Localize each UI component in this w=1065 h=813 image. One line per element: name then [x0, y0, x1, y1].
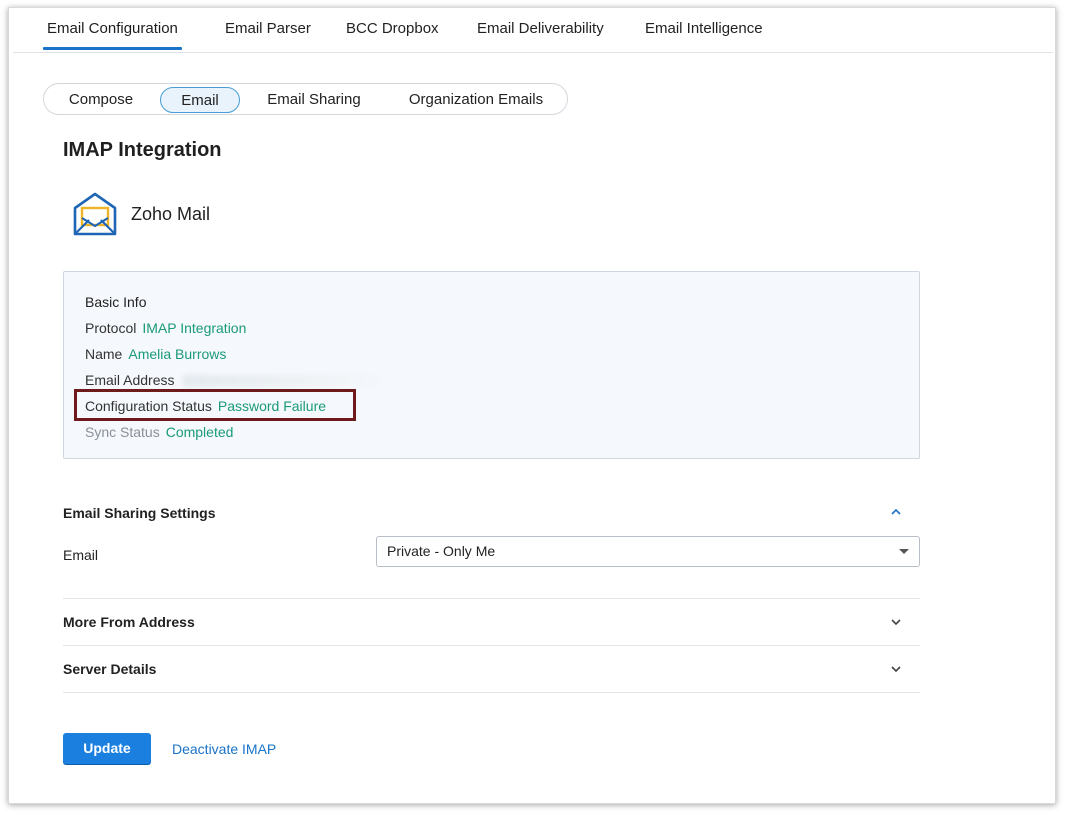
tab-email-configuration[interactable]: Email Configuration	[43, 20, 182, 50]
name-row: Name Amelia Burrows	[85, 346, 226, 362]
email-sharing-settings-title[interactable]: Email Sharing Settings	[63, 505, 215, 521]
update-button[interactable]: Update	[63, 733, 151, 764]
redacted-email-value	[182, 375, 383, 388]
subtab-email-sharing[interactable]: Email Sharing	[256, 87, 372, 113]
protocol-value: IMAP Integration	[142, 320, 247, 336]
tab-email-intelligence[interactable]: Email Intelligence	[645, 20, 763, 49]
highlight-annotation	[74, 389, 356, 421]
divider	[63, 692, 920, 693]
page-title: IMAP Integration	[63, 139, 222, 161]
email-address-label: Email Address	[85, 372, 175, 388]
tab-email-parser[interactable]: Email Parser	[225, 20, 311, 49]
sub-tab-group: Compose Email Email Sharing Organization…	[43, 83, 568, 115]
deactivate-imap-link[interactable]: Deactivate IMAP	[172, 741, 276, 757]
settings-panel: Email Configuration Email Parser BCC Dro…	[8, 7, 1056, 804]
name-label: Name	[85, 346, 123, 362]
email-sharing-selected-value: Private - Only Me	[387, 543, 496, 559]
chevron-down-icon[interactable]	[889, 662, 903, 676]
basic-info-title: Basic Info	[85, 294, 147, 310]
protocol-row: Protocol IMAP Integration	[85, 320, 246, 336]
dropdown-caret-icon	[899, 549, 909, 554]
name-value: Amelia Burrows	[128, 346, 227, 362]
zoho-mail-icon	[73, 192, 117, 236]
email-sharing-select[interactable]: Private - Only Me	[376, 536, 920, 567]
email-sharing-label: Email	[63, 547, 99, 563]
divider	[63, 645, 920, 646]
chevron-up-icon[interactable]	[889, 505, 903, 519]
chevron-down-icon[interactable]	[889, 615, 903, 629]
subtab-compose[interactable]: Compose	[54, 87, 148, 113]
sync-status-row: Sync Status Completed	[85, 424, 233, 440]
server-details-title[interactable]: Server Details	[63, 661, 156, 677]
top-tab-bar: Email Configuration Email Parser BCC Dro…	[13, 8, 1053, 53]
email-address-row: Email Address	[85, 372, 383, 388]
protocol-label: Protocol	[85, 320, 137, 336]
provider-name: Zoho Mail	[131, 204, 211, 224]
tab-email-deliverability[interactable]: Email Deliverability	[477, 20, 604, 49]
sync-status-value: Completed	[165, 424, 234, 440]
divider	[63, 598, 920, 599]
basic-info-box: Basic Info Protocol IMAP Integration Name…	[63, 271, 920, 459]
subtab-organization-emails[interactable]: Organization Emails	[394, 87, 558, 113]
tab-bcc-dropbox[interactable]: BCC Dropbox	[346, 20, 439, 49]
provider-row: Zoho Mail	[69, 188, 269, 240]
sync-status-label: Sync Status	[85, 424, 160, 440]
more-from-address-title[interactable]: More From Address	[63, 614, 195, 630]
subtab-email[interactable]: Email	[160, 87, 240, 113]
